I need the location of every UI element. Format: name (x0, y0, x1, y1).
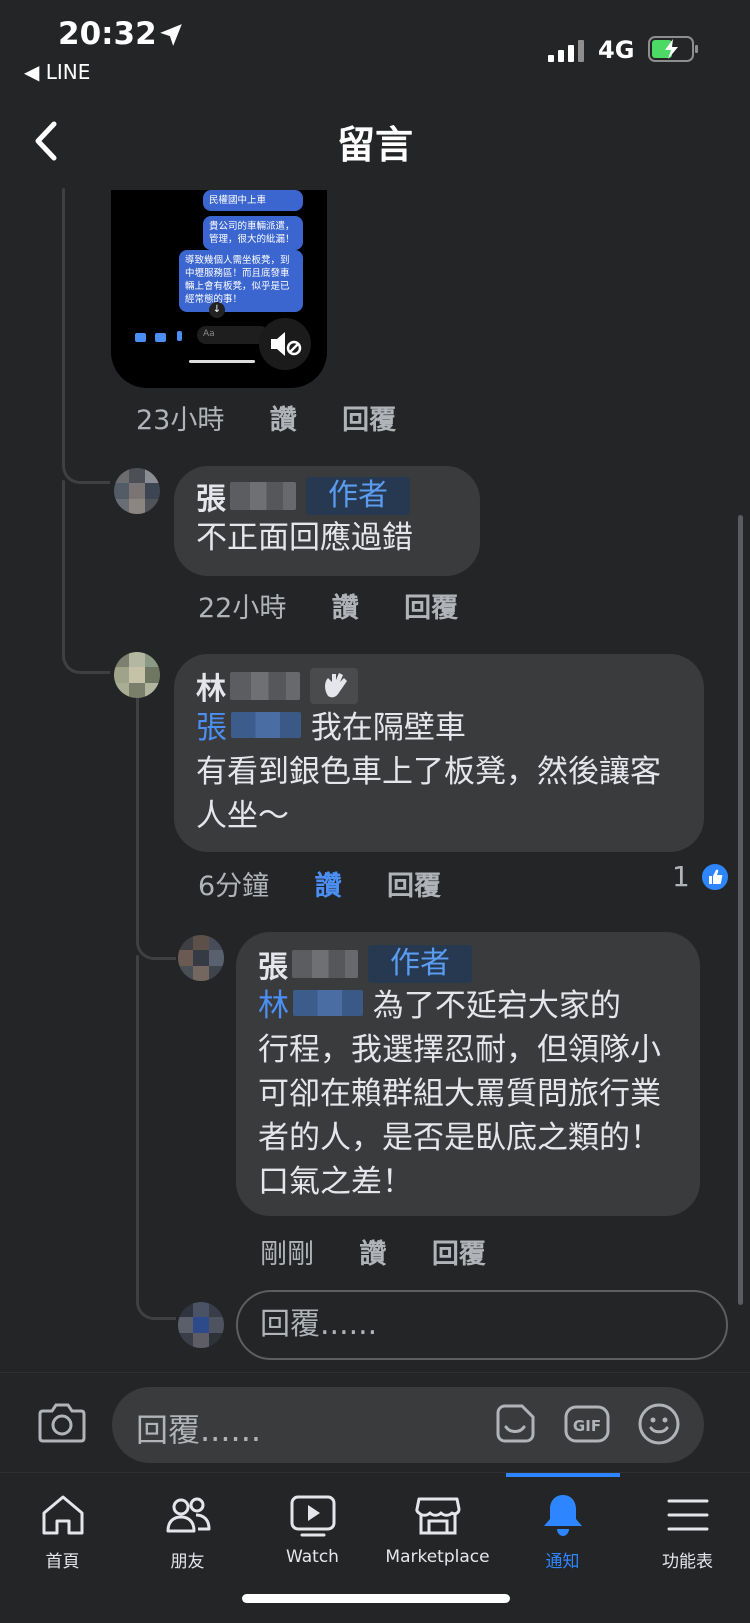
clock: 20:32 (58, 16, 157, 52)
comment-input[interactable]: 回覆...... GIF (112, 1387, 704, 1463)
muted-volume-icon[interactable] (259, 318, 311, 370)
comment-text: 不正面回應過錯 (196, 520, 413, 556)
back-to-app-link[interactable]: ◀ LINE (24, 60, 90, 84)
sticker-icon[interactable] (492, 1401, 538, 1447)
inline-reply-input[interactable]: 回覆...... (236, 1290, 728, 1360)
redacted-name (230, 672, 300, 700)
thread-line (136, 955, 139, 1295)
emoji-icon[interactable] (636, 1401, 682, 1447)
reply-button[interactable]: 回覆 (432, 1239, 486, 1270)
like-button[interactable]: 讚 (270, 405, 297, 436)
scrollbar[interactable] (738, 515, 743, 1305)
tab-label: 功能表 (662, 1552, 713, 1572)
comment-actions: 剛剛 讚 回覆 (260, 1232, 522, 1271)
comment-bubble: 張 作者 不正面回應過錯 (174, 466, 480, 576)
comment-input-placeholder: 回覆...... (136, 1411, 262, 1449)
chat-message-preview: 導致幾個人需坐板凳，到中壢服務區！而且底發車輛上會有板凳，似乎是已經常態的事！ (179, 250, 303, 312)
scroll-down-icon: ↓ (209, 302, 225, 318)
chat-message-preview: 民權國中上車 (203, 190, 303, 211)
watch-icon (290, 1495, 335, 1537)
thumbs-up-icon[interactable] (700, 862, 730, 892)
thread-connector (136, 920, 176, 960)
thread-line (62, 188, 65, 458)
reply-button[interactable]: 回覆 (342, 405, 396, 436)
location-arrow-icon (160, 24, 182, 46)
tab-label: Marketplace (385, 1547, 490, 1567)
network-type: 4G (598, 36, 635, 64)
avatar[interactable] (114, 468, 160, 514)
svg-text:GIF: GIF (573, 1417, 601, 1435)
menu-icon (667, 1499, 708, 1531)
tab-marketplace[interactable]: Marketplace (375, 1491, 500, 1567)
home-icon (42, 1495, 83, 1535)
chat-message-preview: 貴公司的車輛派遣，管理，很大的紕漏！ (203, 216, 303, 250)
redacted-name (231, 712, 301, 738)
reply-button[interactable]: 回覆 (404, 593, 458, 624)
comment-time: 剛剛 (260, 1239, 314, 1270)
tab-label: 首頁 (45, 1552, 80, 1572)
home-bar (189, 360, 255, 363)
comment-bubble: 林 張 我在隔壁車 有看到銀色車上了板凳，然後讓客人坐～ (174, 654, 704, 852)
friends-icon (166, 1497, 210, 1533)
like-button[interactable]: 讚 (315, 871, 342, 902)
gif-icon[interactable]: GIF (564, 1403, 610, 1445)
active-tab-indicator (506, 1473, 620, 1477)
thread-line (136, 692, 139, 932)
avatar[interactable] (114, 652, 160, 698)
page-title: 留言 (336, 123, 413, 167)
waving-hand-icon (310, 668, 358, 704)
tab-label: Watch (286, 1547, 339, 1567)
redacted-name (230, 482, 296, 510)
page-header: 留言 (0, 96, 750, 188)
marketplace-icon (414, 1497, 460, 1535)
tab-label: 通知 (545, 1552, 580, 1572)
comment-text: 林 為了不延宕大家的 行程，我選擇忍耐，但領隊小可卻在賴群組大罵質問旅行業者的人… (258, 988, 661, 1200)
tab-notifications[interactable]: 通知 (500, 1491, 625, 1572)
comment-text: 張 我在隔壁車 有看到銀色車上了板凳，然後讓客人坐～ (196, 710, 661, 834)
comment-bubble: 張 作者 林 為了不延宕大家的 行程，我選擇忍耐，但領隊小可卻在賴群組大罵質問旅… (236, 932, 700, 1216)
thread-connector (62, 630, 110, 674)
status-bar: 20:32 ◀ LINE 4G (0, 0, 750, 96)
comment-time: 23小時 (136, 405, 225, 436)
comment-author[interactable]: 林 (196, 664, 226, 708)
bell-icon (543, 1495, 582, 1536)
comment-actions: 22小時 讚 回覆 (198, 586, 494, 625)
redacted-name (292, 950, 358, 978)
comment-time: 22小時 (198, 593, 287, 624)
avatar[interactable] (178, 935, 224, 981)
comment-actions: 6分鐘 讚 回覆 (198, 864, 477, 903)
reply-button[interactable]: 回覆 (387, 871, 441, 902)
like-button[interactable]: 讚 (332, 593, 359, 624)
thread-line (62, 480, 65, 650)
comment-time: 6分鐘 (198, 871, 270, 902)
comment-actions: 23小時 讚 回覆 (136, 398, 432, 437)
camera-icon[interactable] (38, 1401, 86, 1443)
comment-author[interactable]: 張 (196, 474, 226, 518)
tab-friends[interactable]: 朋友 (125, 1491, 250, 1572)
comment-author[interactable]: 張 (258, 942, 288, 986)
tab-menu[interactable]: 功能表 (625, 1491, 750, 1572)
redacted-name (293, 990, 363, 1016)
thread-connector (62, 440, 110, 484)
tab-label: 朋友 (170, 1552, 205, 1572)
home-indicator (242, 1594, 510, 1603)
comment-video-attachment[interactable]: 民權國中上車 貴公司的車輛派遣，管理，很大的紕漏！ 導致幾個人需坐板凳，到中壢服… (111, 190, 327, 388)
author-badge: 作者 (306, 477, 410, 515)
mention-link[interactable]: 林 (258, 988, 363, 1024)
thread-connector (136, 1280, 176, 1320)
tab-home[interactable]: 首頁 (0, 1491, 125, 1572)
current-user-avatar (178, 1302, 224, 1348)
tab-watch[interactable]: Watch (250, 1491, 375, 1567)
battery-charging-icon (648, 36, 698, 62)
reaction-count[interactable]: 1 (672, 860, 690, 893)
author-badge: 作者 (368, 945, 472, 983)
mention-link[interactable]: 張 (196, 710, 301, 746)
signal-icon (548, 40, 584, 62)
comment-composer: 回覆...... GIF (0, 1372, 750, 1472)
like-button[interactable]: 讚 (359, 1239, 386, 1270)
